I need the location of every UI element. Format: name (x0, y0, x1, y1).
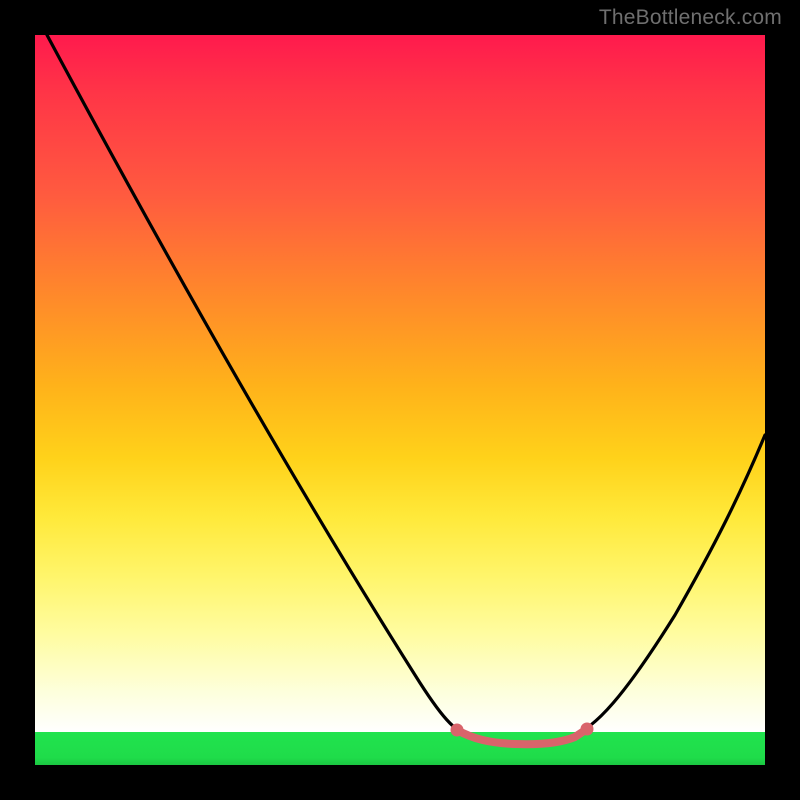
curve-highlight-segment (457, 729, 587, 744)
plot-area (35, 35, 765, 765)
highlight-end-dot (581, 723, 594, 736)
chart-frame: TheBottleneck.com (0, 0, 800, 800)
watermark-text: TheBottleneck.com (599, 6, 782, 30)
bottleneck-curve-line (47, 35, 765, 743)
highlight-start-dot (451, 724, 464, 737)
bottleneck-curve-svg (35, 35, 765, 765)
